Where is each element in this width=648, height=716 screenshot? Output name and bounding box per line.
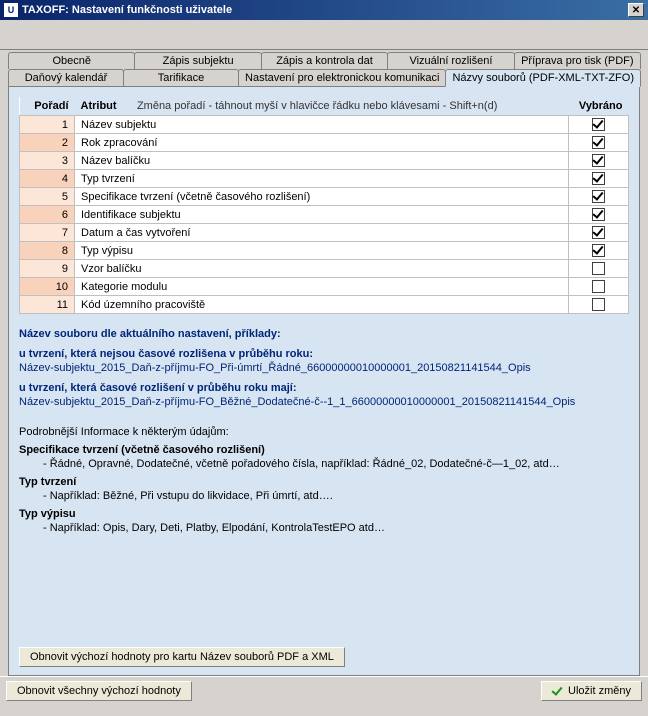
table-row[interactable]: 5Specifikace tvrzení (včetně časového ro… xyxy=(20,188,629,206)
close-button[interactable]: ✕ xyxy=(628,3,644,17)
table-row[interactable]: 7Datum a čas vytvoření xyxy=(20,224,629,242)
row-attribute[interactable]: Typ výpisu xyxy=(75,242,569,260)
toolbar-area xyxy=(0,20,648,50)
table-row[interactable]: 6Identifikace subjektu xyxy=(20,206,629,224)
row-checkbox-cell[interactable] xyxy=(569,206,629,224)
tab-obecn-[interactable]: Obecně xyxy=(8,52,135,69)
checkbox[interactable] xyxy=(592,154,605,167)
row-checkbox-cell[interactable] xyxy=(569,260,629,278)
row-checkbox-cell[interactable] xyxy=(569,134,629,152)
check-icon xyxy=(552,685,564,697)
save-button-label: Uložit změny xyxy=(568,685,631,697)
bottom-bar: Obnovit všechny výchozí hodnoty Uložit z… xyxy=(0,676,648,705)
row-number[interactable]: 8 xyxy=(20,242,75,260)
window-title: TAXOFF: Nastavení funkčnosti uživatele xyxy=(22,4,628,16)
app-icon: U xyxy=(4,3,18,17)
row-checkbox-cell[interactable] xyxy=(569,296,629,314)
detail-text: - Například: Běžné, Při vstupu do likvid… xyxy=(43,490,629,502)
detail-title: Typ výpisu xyxy=(19,508,629,520)
col-vybrano[interactable]: Vybráno xyxy=(569,97,629,116)
tab-z-pis-a-kontrola-dat[interactable]: Zápis a kontrola dat xyxy=(261,52,388,69)
col-hint: Změna pořadí - táhnout myší v hlavičce ř… xyxy=(131,97,569,116)
row-number[interactable]: 6 xyxy=(20,206,75,224)
checkbox[interactable] xyxy=(592,298,605,311)
details-heading: Podrobnější Informace k některým údajům: xyxy=(19,426,629,438)
table-row[interactable]: 8Typ výpisu xyxy=(20,242,629,260)
tabs-container: ObecněZápis subjektuZápis a kontrola dat… xyxy=(0,50,648,676)
row-checkbox-cell[interactable] xyxy=(569,242,629,260)
row-attribute[interactable]: Název balíčku xyxy=(75,152,569,170)
row-attribute[interactable]: Kód územního pracoviště xyxy=(75,296,569,314)
example2-text: Název-subjektu_2015_Daň-z-příjmu-FO_Běžn… xyxy=(19,396,629,408)
examples-section: Název souboru dle aktuálního nastavení, … xyxy=(19,328,629,408)
detail-title: Specifikace tvrzení (včetně časového roz… xyxy=(19,444,629,456)
detail-text: - Řádné, Opravné, Dodatečné, včetně pořa… xyxy=(43,458,629,470)
example1-title: u tvrzení, která nejsou časové rozlišena… xyxy=(19,348,313,360)
checkbox[interactable] xyxy=(592,190,605,203)
row-number[interactable]: 5 xyxy=(20,188,75,206)
details-section: Podrobnější Informace k některým údajům:… xyxy=(19,426,629,534)
row-number[interactable]: 1 xyxy=(20,116,75,134)
row-attribute[interactable]: Identifikace subjektu xyxy=(75,206,569,224)
checkbox[interactable] xyxy=(592,280,605,293)
row-number[interactable]: 3 xyxy=(20,152,75,170)
restore-all-defaults-button[interactable]: Obnovit všechny výchozí hodnoty xyxy=(6,681,192,701)
tab-p-prava-pro-tisk-pdf-[interactable]: Příprava pro tisk (PDF) xyxy=(514,52,641,69)
row-checkbox-cell[interactable] xyxy=(569,170,629,188)
checkbox[interactable] xyxy=(592,244,605,257)
save-button[interactable]: Uložit změny xyxy=(541,681,642,701)
row-attribute[interactable]: Datum a čas vytvoření xyxy=(75,224,569,242)
detail-text: - Například: Opis, Dary, Deti, Platby, E… xyxy=(43,522,629,534)
detail-title: Typ tvrzení xyxy=(19,476,629,488)
checkbox[interactable] xyxy=(592,208,605,221)
tab-vizu-ln-rozli-en-[interactable]: Vizuální rozlišení xyxy=(387,52,514,69)
tab-z-pis-subjektu[interactable]: Zápis subjektu xyxy=(134,52,261,69)
tab-nastaven-pro-elektronickou-komunikaci[interactable]: Nastavení pro elektronickou komunikaci xyxy=(238,69,446,86)
row-checkbox-cell[interactable] xyxy=(569,188,629,206)
row-checkbox-cell[interactable] xyxy=(569,152,629,170)
checkbox[interactable] xyxy=(592,118,605,131)
example1-text: Název-subjektu_2015_Daň-z-příjmu-FO_Při-… xyxy=(19,362,629,374)
row-number[interactable]: 7 xyxy=(20,224,75,242)
table-row[interactable]: 1Název subjektu xyxy=(20,116,629,134)
row-number[interactable]: 11 xyxy=(20,296,75,314)
row-checkbox-cell[interactable] xyxy=(569,224,629,242)
row-checkbox-cell[interactable] xyxy=(569,278,629,296)
table-row[interactable]: 11Kód územního pracoviště xyxy=(20,296,629,314)
row-attribute[interactable]: Typ tvrzení xyxy=(75,170,569,188)
row-number[interactable]: 10 xyxy=(20,278,75,296)
tab-n-zvy-soubor-pdf-xml-txt-zfo-[interactable]: Názvy souborů (PDF-XML-TXT-ZFO) xyxy=(445,69,641,87)
row-attribute[interactable]: Rok zpracování xyxy=(75,134,569,152)
checkbox[interactable] xyxy=(592,226,605,239)
checkbox[interactable] xyxy=(592,136,605,149)
tab-da-ov-kalend-[interactable]: Daňový kalendář xyxy=(8,69,124,86)
table-row[interactable]: 4Typ tvrzení xyxy=(20,170,629,188)
table-row[interactable]: 9Vzor balíčku xyxy=(20,260,629,278)
example2-title: u tvrzení, která časové rozlišení v průb… xyxy=(19,382,297,394)
row-attribute[interactable]: Specifikace tvrzení (včetně časového roz… xyxy=(75,188,569,206)
examples-heading: Název souboru dle aktuálního nastavení, … xyxy=(19,328,281,340)
col-poradi[interactable]: Pořadí xyxy=(20,97,75,116)
row-attribute[interactable]: Kategorie modulu xyxy=(75,278,569,296)
tab-panel-filenames: Pořadí Atribut Změna pořadí - táhnout my… xyxy=(8,86,640,676)
row-number[interactable]: 9 xyxy=(20,260,75,278)
table-row[interactable]: 10Kategorie modulu xyxy=(20,278,629,296)
col-atribut[interactable]: Atribut xyxy=(75,97,131,116)
row-number[interactable]: 2 xyxy=(20,134,75,152)
table-row[interactable]: 3Název balíčku xyxy=(20,152,629,170)
checkbox[interactable] xyxy=(592,172,605,185)
row-number[interactable]: 4 xyxy=(20,170,75,188)
restore-tab-defaults-button[interactable]: Obnovit výchozí hodnoty pro kartu Název … xyxy=(19,647,345,667)
row-attribute[interactable]: Název subjektu xyxy=(75,116,569,134)
checkbox[interactable] xyxy=(592,262,605,275)
table-row[interactable]: 2Rok zpracování xyxy=(20,134,629,152)
row-checkbox-cell[interactable] xyxy=(569,116,629,134)
titlebar: U TAXOFF: Nastavení funkčnosti uživatele… xyxy=(0,0,648,20)
row-attribute[interactable]: Vzor balíčku xyxy=(75,260,569,278)
attributes-table: Pořadí Atribut Změna pořadí - táhnout my… xyxy=(19,97,629,314)
tab-tarifikace[interactable]: Tarifikace xyxy=(123,69,239,86)
